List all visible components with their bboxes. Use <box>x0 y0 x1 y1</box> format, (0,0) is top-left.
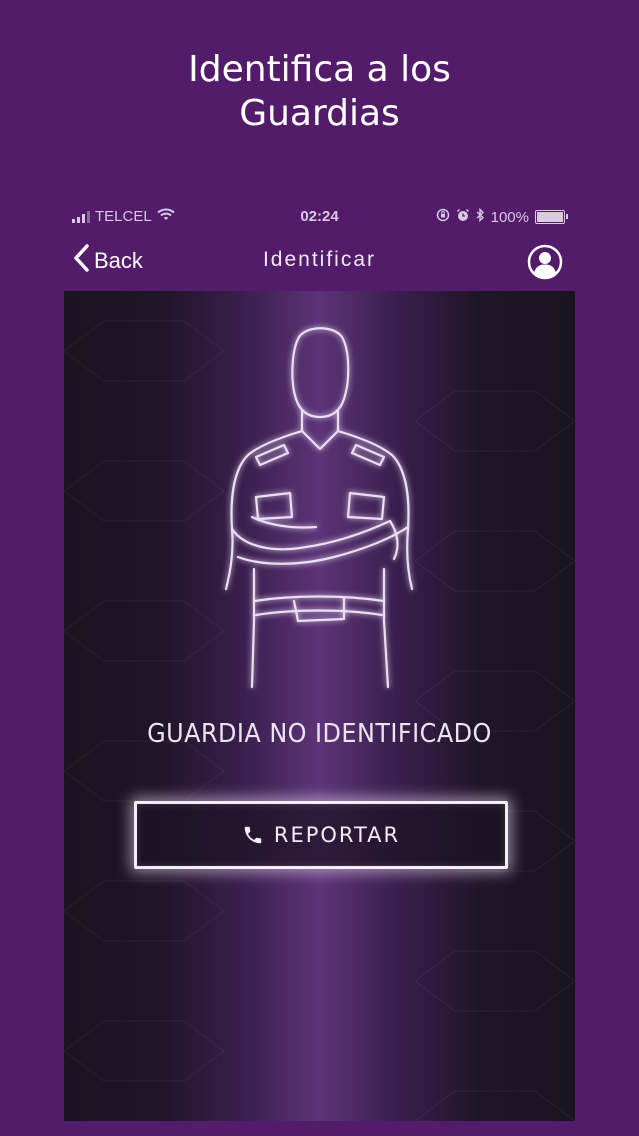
status-right: 100% <box>436 207 568 226</box>
identification-status: GUARDIA NO IDENTIFICADO <box>147 719 492 749</box>
battery-icon <box>535 210 568 224</box>
promo-title-line2: Guardias <box>239 93 400 134</box>
phone-icon <box>244 826 262 844</box>
nav-bar: Back Identificar <box>64 236 575 288</box>
bluetooth-icon <box>476 207 485 226</box>
lock-rotation-icon <box>436 208 450 226</box>
nav-title: Identificar <box>262 248 377 271</box>
report-button[interactable]: REPORTAR <box>134 801 508 869</box>
status-bar: TELCEL 02:24 100% <box>64 206 575 228</box>
promo-title-line1: Identifica a los <box>188 49 451 90</box>
identification-panel: GUARDIA NO IDENTIFICADO REPORTAR <box>64 291 575 1121</box>
alarm-icon <box>456 208 470 226</box>
promo-title: Identifica a los Guardias <box>0 48 639 136</box>
battery-percent: 100% <box>490 208 529 226</box>
guard-silhouette-icon <box>224 327 414 689</box>
report-label: REPORTAR <box>273 823 401 847</box>
user-avatar-icon <box>527 244 563 280</box>
profile-button[interactable] <box>527 244 563 280</box>
